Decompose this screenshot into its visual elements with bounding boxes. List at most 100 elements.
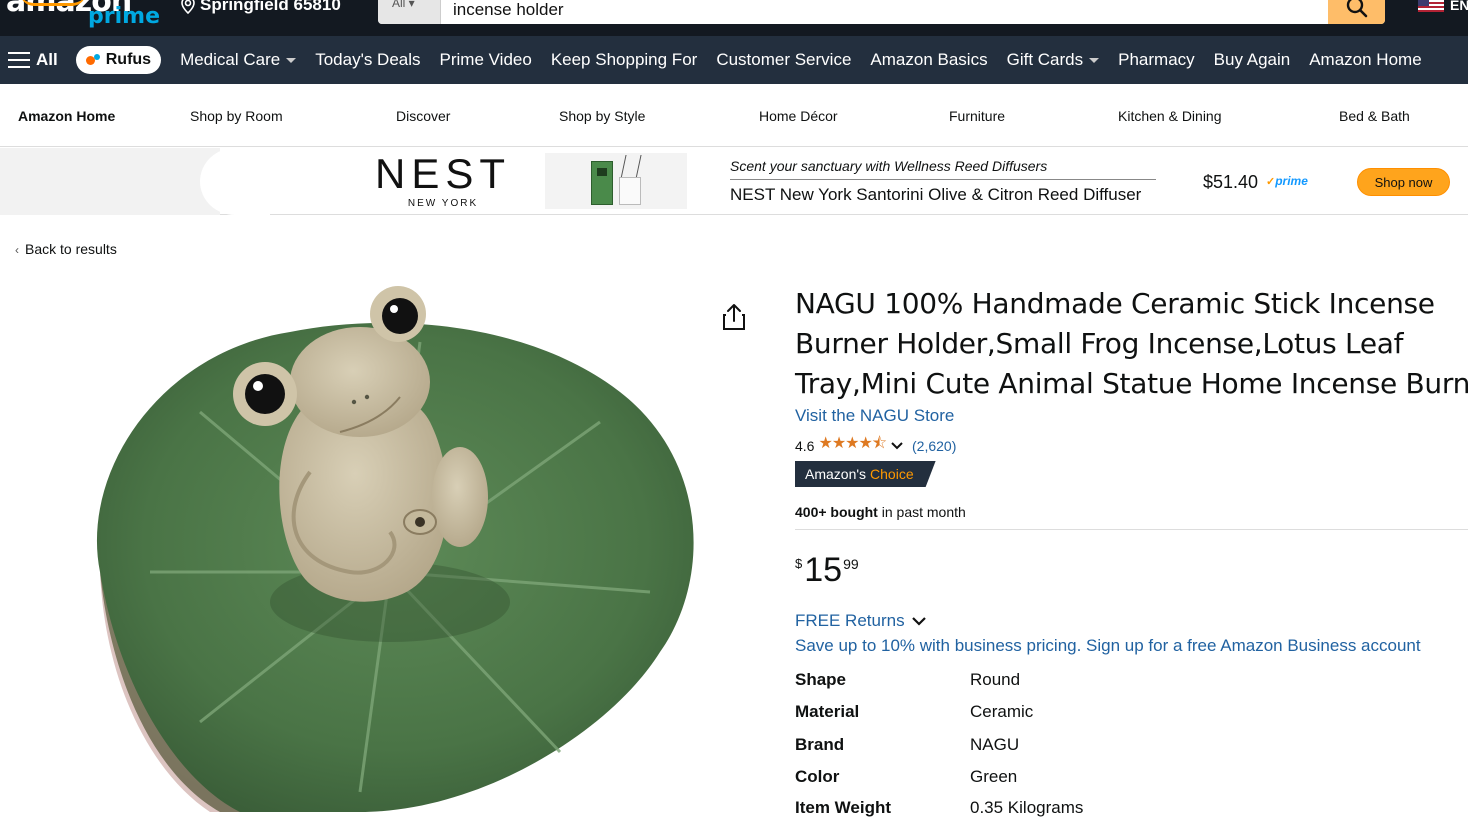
subnav-shop-by-style[interactable]: Shop by Style: [559, 108, 645, 124]
logo-smile-icon: [20, 0, 86, 6]
subnav-discover[interactable]: Discover: [396, 108, 450, 124]
price-symbol: $: [795, 556, 803, 571]
ad-background: [0, 148, 220, 215]
diffuser-reeds-shape: [620, 155, 642, 179]
nav-item-prime-video[interactable]: Prime Video: [440, 50, 532, 70]
ad-price: $51.40: [1203, 172, 1259, 192]
rating-value: 4.6: [795, 437, 815, 454]
language-label: EN: [1450, 0, 1468, 13]
ad-tagline: Scent your sanctuary with Wellness Reed …: [730, 158, 1048, 174]
ad-background-curve: [200, 148, 270, 215]
chevron-down-icon: [911, 617, 926, 626]
shop-now-button[interactable]: Shop now: [1357, 168, 1450, 196]
caret-down-icon: [1089, 57, 1100, 63]
hamburger-icon: [8, 52, 30, 68]
nav-item-label: Customer Service: [716, 50, 852, 69]
product-main-image[interactable]: [60, 272, 740, 812]
spec-key: Brand: [795, 735, 845, 754]
all-menu-button[interactable]: All: [8, 50, 58, 70]
nav-item-label: Today's Deals: [315, 50, 421, 69]
spec-value: NAGU: [970, 735, 1020, 754]
all-label: All: [36, 50, 58, 69]
subnav-kitchen-dining[interactable]: Kitchen & Dining: [1118, 108, 1222, 124]
badge-suffix: Choice: [870, 466, 914, 482]
search-category-select[interactable]: All ▾: [378, 0, 441, 24]
sponsored-ad-banner[interactable]: NEST NEW YORK Scent your sanctuary with …: [0, 148, 1468, 215]
search-bar: All ▾: [378, 0, 1385, 24]
location-pin-icon: [181, 0, 195, 14]
visit-store-link[interactable]: Visit the NAGU Store: [795, 406, 954, 426]
ad-divider: [730, 179, 1156, 180]
ad-prime-badge: prime: [1266, 174, 1308, 188]
subnav-shop-by-room[interactable]: Shop by Room: [190, 108, 283, 124]
frog-on-lotus-leaf-image: [96, 286, 694, 812]
amazon-logo[interactable]: amazon prime: [6, 0, 160, 29]
business-pricing-link[interactable]: Save up to 10% with business pricing. Si…: [795, 636, 1421, 656]
spec-key: Material: [795, 702, 860, 721]
nav-item-amazon-basics[interactable]: Amazon Basics: [870, 50, 987, 70]
back-to-results-link[interactable]: ‹ Back to results: [15, 241, 117, 257]
caret-down-icon: [286, 57, 297, 63]
language-selector[interactable]: EN: [1418, 0, 1468, 13]
ad-product-image[interactable]: [545, 153, 687, 209]
price-whole: 15: [804, 551, 843, 589]
nav-item-label: Amazon Home: [1309, 50, 1422, 69]
amazons-choice-badge[interactable]: Amazon's Choice: [795, 461, 936, 487]
product-title: NAGU 100% Handmade Ceramic Stick Incense…: [795, 284, 1468, 404]
price-fraction: 99: [843, 556, 859, 572]
search-input[interactable]: [441, 0, 1328, 24]
subnav-amazon-home[interactable]: Amazon Home: [18, 108, 115, 124]
bought-count: 400+ bought: [795, 504, 878, 520]
share-button[interactable]: [720, 302, 748, 332]
subnav-bed-bath[interactable]: Bed & Bath: [1339, 108, 1410, 124]
search-category-label: All: [392, 0, 406, 10]
amazon-home-subnav: Amazon Home Shop by Room Discover Shop b…: [0, 84, 1468, 147]
nav-item-todays-deals[interactable]: Today's Deals: [315, 50, 420, 70]
ad-product-title[interactable]: NEST New York Santorini Olive & Citron R…: [730, 185, 1141, 205]
free-returns-link[interactable]: FREE Returns: [795, 611, 927, 631]
title-line: NAGU 100% Handmade Ceramic Stick Incense: [795, 287, 1435, 320]
nav-item-pharmacy[interactable]: Pharmacy: [1118, 50, 1195, 70]
location-text: Springfield 65810: [200, 0, 341, 14]
star-rating-icon[interactable]: ★★★★⯪: [818, 432, 887, 459]
nav-item-label: Gift Cards: [1006, 50, 1084, 69]
nav-item-label: Keep Shopping For: [550, 50, 698, 69]
nav-item-keep-shopping[interactable]: Keep Shopping For: [551, 50, 698, 70]
spec-value: 0.35 Kilograms: [970, 798, 1084, 817]
search-button[interactable]: [1328, 0, 1385, 24]
nav-item-customer-service[interactable]: Customer Service: [716, 50, 851, 70]
nest-logo-subtext: NEW YORK: [407, 198, 479, 209]
subnav-home-decor[interactable]: Home Décor: [759, 108, 838, 124]
main-nav: All Rufus Medical Care Today's Deals Pri…: [0, 36, 1468, 84]
title-line: Burner Holder,Small Frog Incense,Lotus L…: [795, 327, 1404, 360]
nav-item-label: Buy Again: [1213, 50, 1291, 69]
nav-item-gift-cards[interactable]: Gift Cards: [1007, 50, 1100, 70]
bought-period: in past month: [877, 504, 966, 520]
nest-logo[interactable]: NEST NEW YORK: [372, 150, 514, 210]
returns-label: FREE Returns: [795, 611, 905, 630]
spec-value: Ceramic: [970, 702, 1034, 721]
rating-row: 4.6 ★★★★⯪ (2,620): [795, 432, 956, 459]
spec-key: Color: [795, 767, 840, 786]
delivery-location[interactable]: Springfield 65810: [180, 0, 341, 15]
rufus-icon: [85, 53, 100, 67]
badge-prefix: Amazon's: [805, 466, 867, 482]
back-label: Back to results: [25, 241, 117, 257]
chevron-left-icon: ‹: [15, 243, 19, 257]
nav-item-buy-again[interactable]: Buy Again: [1214, 50, 1291, 70]
top-header: amazon prime Springfield 65810 All ▾ EN: [0, 0, 1468, 36]
nest-logo-text: NEST: [374, 150, 511, 197]
rufus-button[interactable]: Rufus: [75, 46, 162, 74]
spec-value: Green: [970, 767, 1018, 786]
rufus-label: Rufus: [105, 51, 152, 68]
subnav-furniture[interactable]: Furniture: [949, 108, 1005, 124]
ratings-count-link[interactable]: (2,620): [912, 438, 956, 454]
chevron-down-icon[interactable]: [890, 439, 904, 453]
title-line: Tray,Mini Cute Animal Statue Home Incens…: [795, 367, 1468, 400]
spec-key: Item Weight: [795, 798, 892, 817]
bought-in-past-month: 400+ bought in past month: [795, 504, 966, 520]
nav-item-medical-care[interactable]: Medical Care: [180, 50, 297, 70]
spec-value: Round: [970, 670, 1021, 689]
nav-item-amazon-home[interactable]: Amazon Home: [1309, 50, 1421, 70]
nav-item-label: Prime Video: [439, 50, 532, 69]
